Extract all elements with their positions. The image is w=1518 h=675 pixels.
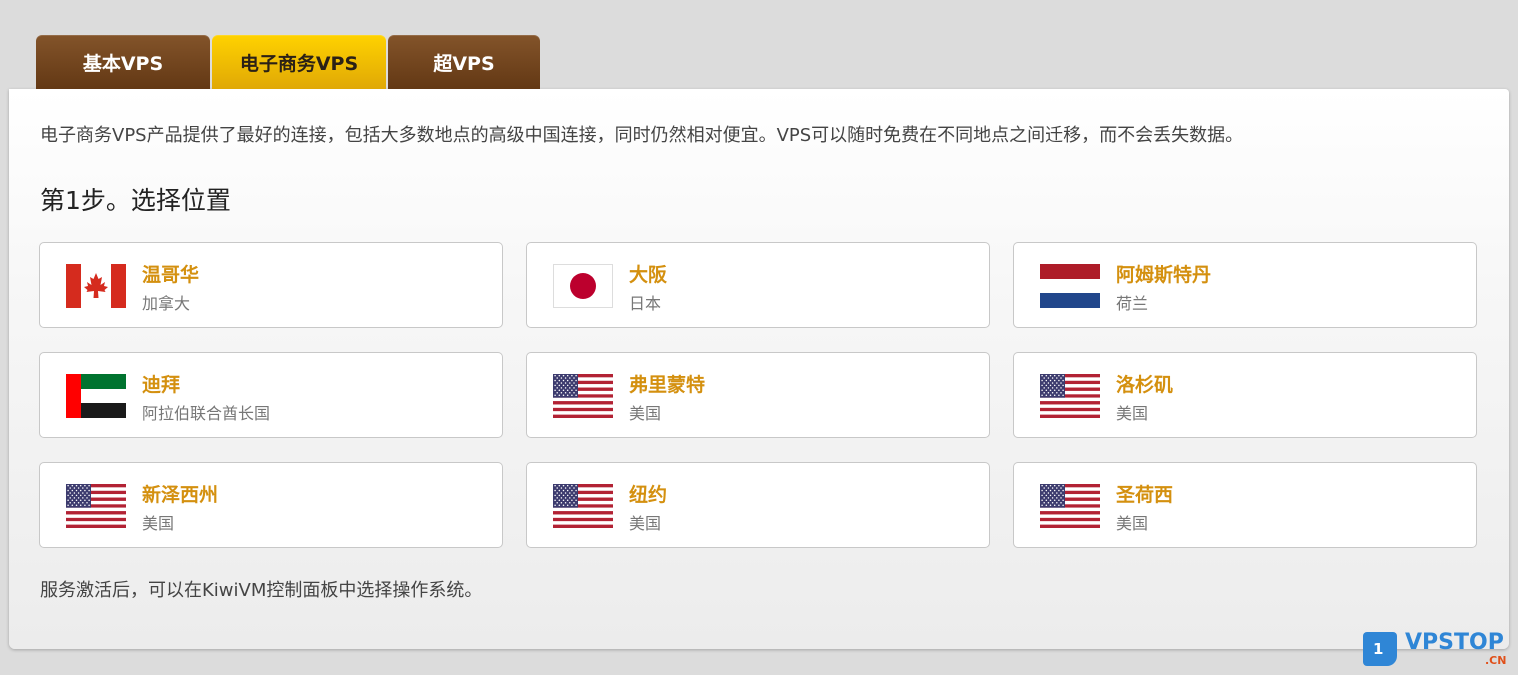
- location-country: 日本: [629, 294, 662, 313]
- tab-ecommerce-vps[interactable]: 电子商务VPS: [212, 35, 386, 89]
- location-card-vancouver[interactable]: 温哥华 加拿大: [39, 242, 503, 328]
- location-card-los-angeles[interactable]: 洛杉矶 美国: [1013, 352, 1477, 438]
- japan-flag-icon: [553, 264, 613, 308]
- content-panel: 电子商务VPS产品提供了最好的连接，包括大多数地点的高级中国连接，同时仍然相对便…: [9, 89, 1509, 649]
- usa-flag-icon: [66, 484, 126, 528]
- usa-flag-icon: [1040, 374, 1100, 418]
- tab-basic-vps[interactable]: 基本VPS: [36, 35, 210, 89]
- usa-flag-icon: [1040, 484, 1100, 528]
- location-country: 阿拉伯联合酋长国: [142, 404, 271, 423]
- location-city: 洛杉矶: [1116, 374, 1174, 396]
- location-card-new-jersey[interactable]: 新泽西州 美国: [39, 462, 503, 548]
- location-country: 美国: [629, 514, 662, 533]
- watermark-brand: VPSTOP: [1405, 630, 1504, 655]
- step-title: 第1步。选择位置: [40, 186, 231, 215]
- vpstop-watermark-logo: 1 VPSTOP .CN: [1363, 630, 1513, 670]
- location-country: 美国: [629, 404, 662, 423]
- location-city: 大阪: [629, 264, 668, 286]
- location-city: 温哥华: [142, 264, 200, 286]
- location-city: 圣荷西: [1116, 484, 1174, 506]
- canada-flag-icon: [66, 264, 126, 308]
- location-card-amsterdam[interactable]: 阿姆斯特丹 荷兰: [1013, 242, 1477, 328]
- location-country: 美国: [1116, 514, 1149, 533]
- location-country: 荷兰: [1116, 294, 1149, 313]
- uae-flag-icon: [66, 374, 126, 418]
- footer-note: 服务激活后，可以在KiwiVM控制面板中选择操作系统。: [40, 580, 483, 601]
- location-card-osaka[interactable]: 大阪 日本: [526, 242, 990, 328]
- watermark-badge: 1: [1363, 632, 1397, 666]
- location-card-new-york[interactable]: 纽约 美国: [526, 462, 990, 548]
- location-card-san-jose[interactable]: 圣荷西 美国: [1013, 462, 1477, 548]
- location-country: 美国: [1116, 404, 1149, 423]
- location-city: 迪拜: [142, 374, 181, 396]
- location-city: 新泽西州: [142, 484, 219, 506]
- watermark-suffix: .CN: [1485, 654, 1507, 667]
- location-city: 纽约: [629, 484, 668, 506]
- intro-text: 电子商务VPS产品提供了最好的连接，包括大多数地点的高级中国连接，同时仍然相对便…: [40, 125, 1244, 146]
- location-city: 阿姆斯特丹: [1116, 264, 1212, 286]
- tab-super-vps[interactable]: 超VPS: [388, 35, 540, 89]
- usa-flag-icon: [553, 484, 613, 528]
- netherlands-flag-icon: [1040, 264, 1100, 308]
- watermark-badge-number: 1: [1373, 640, 1384, 658]
- location-card-fremont[interactable]: 弗里蒙特 美国: [526, 352, 990, 438]
- usa-flag-icon: [553, 374, 613, 418]
- location-country: 美国: [142, 514, 175, 533]
- location-card-dubai[interactable]: 迪拜 阿拉伯联合酋长国: [39, 352, 503, 438]
- location-country: 加拿大: [142, 294, 191, 313]
- location-city: 弗里蒙特: [629, 374, 706, 396]
- tab-bar: 基本VPS 电子商务VPS 超VPS: [36, 35, 542, 89]
